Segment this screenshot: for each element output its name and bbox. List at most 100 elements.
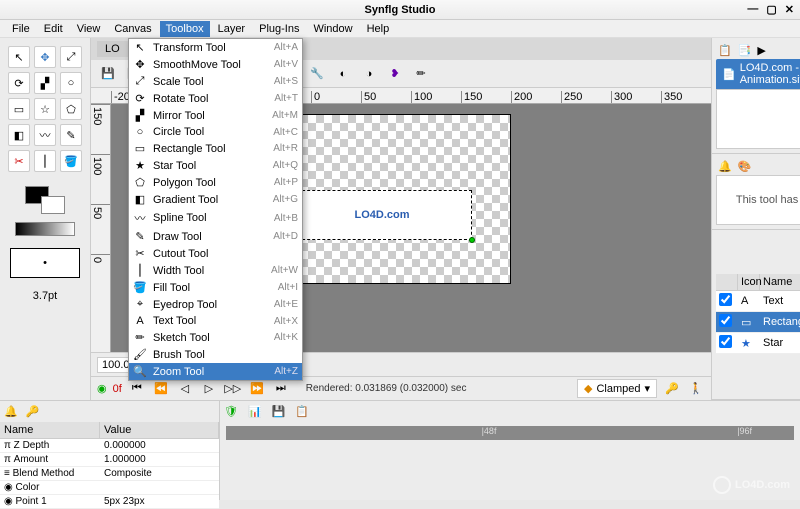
layer-visible-checkbox[interactable] <box>719 335 732 348</box>
seek-prev-kf-icon[interactable]: ⏪ <box>152 380 170 398</box>
animate-mode-icon[interactable]: 🚶 <box>687 380 705 398</box>
canvas-tab[interactable]: LO <box>97 41 128 57</box>
right-panel: 📋 📑 ▶ 📄LO4D.com - Animation.sifz 🔔 🎨 Thi… <box>711 38 800 400</box>
timetrack-tab-icon[interactable]: 🛡 <box>224 405 238 418</box>
param-color[interactable]: ◉ Color <box>0 481 219 495</box>
menu-item-draw-tool[interactable]: ✎Draw ToolAlt+D <box>129 228 302 245</box>
tool-options-text: This tool has no options <box>716 175 800 225</box>
minimize-button[interactable]: — <box>747 3 758 16</box>
tool3-icon[interactable]: ◐ <box>332 63 354 85</box>
menu-item-eyedrop-tool[interactable]: ⌖Eyedrop ToolAlt+E <box>129 296 302 313</box>
menu-plug-ins[interactable]: Plug-Ins <box>253 21 305 37</box>
play-icon[interactable]: ▷ <box>200 380 218 398</box>
close-button[interactable]: ✕ <box>785 3 794 16</box>
smoothmove-tool-icon[interactable]: ✥ <box>34 46 56 68</box>
seek-start-icon[interactable]: ⏮ <box>128 380 146 398</box>
tool4-icon[interactable]: ◑ <box>358 63 380 85</box>
tab4-icon[interactable]: 📋 <box>295 405 309 418</box>
mirror-tool-icon[interactable]: ▞ <box>34 72 56 94</box>
menu-item-spline-tool[interactable]: 〰Spline ToolAlt+B <box>129 208 302 228</box>
params-tab-icon[interactable]: 🔔 <box>4 405 18 418</box>
transform-tool-icon[interactable]: ↖ <box>8 46 30 68</box>
menu-help[interactable]: Help <box>361 21 396 37</box>
fill-tool-icon[interactable]: 🪣 <box>60 150 82 172</box>
menu-item-circle-tool[interactable]: ○Circle ToolAlt+C <box>129 124 302 140</box>
menu-item-star-tool[interactable]: ★Star ToolAlt+Q <box>129 157 302 174</box>
menu-item-mirror-tool[interactable]: ▞Mirror ToolAlt+M <box>129 107 302 124</box>
layer-row-text[interactable]: AText0.000000 <box>716 291 800 312</box>
menu-item-rotate-tool[interactable]: ⟳Rotate ToolAlt+T <box>129 90 302 107</box>
curves-tab-icon[interactable]: 📊 <box>248 405 262 418</box>
onion-toggle[interactable]: ◉ <box>97 382 107 395</box>
menu-item-zoom-tool[interactable]: 🔍Zoom ToolAlt+Z <box>129 363 302 380</box>
tool5-icon[interactable]: ❥ <box>384 63 406 85</box>
navigator-tab-icon[interactable]: 📋 <box>718 44 732 57</box>
menu-item-rectangle-tool[interactable]: ▭Rectangle ToolAlt+R <box>129 140 302 157</box>
layer-row-star[interactable]: ★Star2.000000 <box>716 333 800 354</box>
keyframe-icon[interactable]: 🔑 <box>663 380 681 398</box>
layer-visible-checkbox[interactable] <box>719 314 732 327</box>
timeline-ruler[interactable]: |48f |96f <box>226 426 794 440</box>
spline-tool-icon[interactable]: 〰 <box>34 124 56 146</box>
rotate-tool-icon[interactable]: ⟳ <box>8 72 30 94</box>
tool6-icon[interactable]: ✏ <box>410 63 432 85</box>
menu-item-scale-tool[interactable]: ⤢Scale ToolAlt+S <box>129 73 302 90</box>
menu-item-cutout-tool[interactable]: ✂Cutout Tool <box>129 245 302 262</box>
polygon-tool-icon[interactable]: ⬠ <box>60 98 82 120</box>
play-tab-icon[interactable]: ▶ <box>757 44 765 57</box>
seek-end-icon[interactable]: ⏭ <box>272 380 290 398</box>
handle-br[interactable] <box>469 237 475 243</box>
interp-mode-select[interactable]: ◆Clamped▾ <box>577 379 657 398</box>
menu-item-polygon-tool[interactable]: ⬠Polygon ToolAlt+P <box>129 174 302 191</box>
scale-tool-icon[interactable]: ⤢ <box>60 46 82 68</box>
toolbox-panel: ↖ ✥ ⤢ ⟳ ▞ ○ ▭ ☆ ⬠ ◧ 〰 ✎ ✂ ⎮ 🪣 3.7pt <box>0 38 91 400</box>
menu-file[interactable]: File <box>6 21 36 37</box>
menu-item-brush-tool[interactable]: 🖌Brush Tool <box>129 346 302 363</box>
text-rectangle[interactable]: LO4D.com <box>292 190 472 240</box>
tab3-icon[interactable]: 💾 <box>272 405 286 418</box>
width-tool-icon[interactable]: ⎮ <box>34 150 56 172</box>
history-tab-icon[interactable]: 📑 <box>738 44 752 57</box>
menu-canvas[interactable]: Canvas <box>108 21 157 37</box>
outline-preview[interactable] <box>10 248 80 278</box>
menu-item-width-tool[interactable]: ⎮Width ToolAlt+W <box>129 262 302 279</box>
menu-item-fill-tool[interactable]: 🪣Fill ToolAlt+I <box>129 279 302 296</box>
rectangle-tool-icon[interactable]: ▭ <box>8 98 30 120</box>
children-tab-icon[interactable]: 🔑 <box>26 405 40 418</box>
circle-tool-icon[interactable]: ○ <box>60 72 82 94</box>
gradient-tool-icon[interactable]: ◧ <box>8 124 30 146</box>
draw-tool-icon[interactable]: ✎ <box>60 124 82 146</box>
tool-options-tab-icon[interactable]: 🔔 <box>718 160 732 173</box>
menu-item-smoothmove-tool[interactable]: ✥SmoothMove ToolAlt+V <box>129 56 302 73</box>
menu-edit[interactable]: Edit <box>38 21 69 37</box>
file-icon: 📄 <box>722 68 736 81</box>
layer-row-rectangle[interactable]: ▭Rectangle1.000000 <box>716 312 800 333</box>
save-icon[interactable]: 💾 <box>97 63 119 85</box>
maximize-button[interactable]: ▢ <box>766 3 776 16</box>
seek-next-kf-icon[interactable]: ⏩ <box>248 380 266 398</box>
palette-tab-icon[interactable]: 🎨 <box>738 160 752 173</box>
document-tab[interactable]: 📄LO4D.com - Animation.sifz <box>716 59 800 89</box>
menu-item-sketch-tool[interactable]: ✏Sketch ToolAlt+K <box>129 329 302 346</box>
cutout-tool-icon[interactable]: ✂ <box>8 150 30 172</box>
menu-toolbox[interactable]: Toolbox <box>160 21 210 37</box>
menu-item-transform-tool[interactable]: ↖Transform ToolAlt+A <box>129 39 302 56</box>
param-point-1[interactable]: ◉ Point 15px 23px <box>0 495 219 509</box>
next-frame-icon[interactable]: ▷▷ <box>224 380 242 398</box>
tool2-icon[interactable]: 🔧 <box>306 63 328 85</box>
gradient-preview[interactable] <box>15 222 75 236</box>
menu-layer[interactable]: Layer <box>212 21 252 37</box>
layer-visible-checkbox[interactable] <box>719 293 732 306</box>
param-z-depth[interactable]: π Z Depth0.000000 <box>0 439 219 453</box>
menu-window[interactable]: Window <box>307 21 358 37</box>
star-tool-icon[interactable]: ☆ <box>34 98 56 120</box>
bg-color-swatch[interactable] <box>41 196 65 214</box>
menu-item-gradient-tool[interactable]: ◧Gradient ToolAlt+G <box>129 191 302 208</box>
frame-field[interactable]: 0f <box>113 383 122 395</box>
param-blend-method[interactable]: ≡ Blend MethodComposite <box>0 467 219 481</box>
menu-item-text-tool[interactable]: AText ToolAlt+X <box>129 313 302 329</box>
menu-view[interactable]: View <box>71 21 107 37</box>
watermark: LO4D.com <box>713 476 790 494</box>
prev-frame-icon[interactable]: ◁ <box>176 380 194 398</box>
param-amount[interactable]: π Amount1.000000 <box>0 453 219 467</box>
